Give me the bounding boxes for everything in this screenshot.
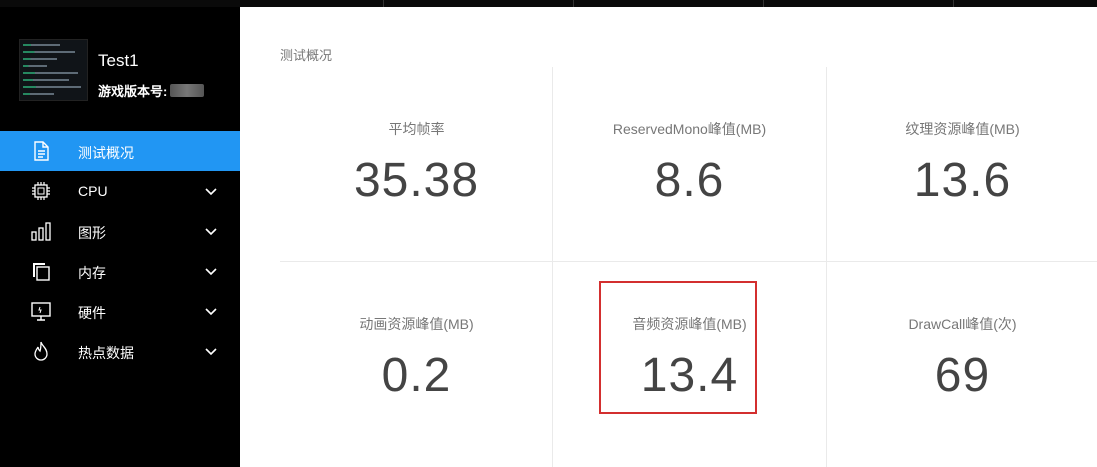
metric-card-animation-peak: 动画资源峰值(MB) 0.2 (280, 262, 553, 456)
tab-divider (573, 0, 574, 7)
game-version-label: 游戏版本号: (98, 84, 168, 99)
tab-divider (953, 0, 954, 7)
chevron-down-icon (205, 348, 217, 356)
metric-label: ReservedMono峰值(MB) (612, 121, 767, 137)
project-thumbnail (19, 39, 88, 101)
section-title: 测试概况 (280, 48, 333, 63)
metric-card-reserved-mono: ReservedMono峰值(MB) 8.6 (553, 67, 826, 261)
chevron-down-icon (205, 188, 217, 196)
metric-card-texture-peak: 纹理资源峰值(MB) 13.6 (826, 67, 1097, 261)
chevron-down-icon (205, 228, 217, 236)
document-icon (34, 141, 49, 161)
sidebar-item-hardware[interactable]: 硬件 (0, 291, 240, 331)
metric-value: 35.38 (353, 154, 480, 207)
monitor-icon (31, 302, 51, 321)
metric-label: 动画资源峰值(MB) (359, 316, 474, 332)
sidebar: Test1 游戏版本号: 测试概况 CPU 图形 内存 硬件 热点数据 (0, 7, 240, 467)
tab-divider (763, 0, 764, 7)
sidebar-item-graphics[interactable]: 图形 (0, 211, 240, 251)
sidebar-item-cpu[interactable]: CPU (0, 171, 240, 211)
metric-value: 13.6 (913, 154, 1012, 207)
redacted-version-value (170, 84, 205, 97)
sidebar-item-label: 图形 (78, 225, 106, 241)
metric-card-drawcall-peak: DrawCall峰值(次) 69 (826, 262, 1097, 456)
sidebar-item-label: 热点数据 (78, 345, 134, 361)
tab-divider (383, 0, 384, 7)
sidebar-item-overview[interactable]: 测试概况 (0, 131, 240, 171)
profile-header: Test1 游戏版本号: (0, 7, 240, 131)
chevron-down-icon (205, 268, 217, 276)
game-version: 游戏版本号: (98, 81, 205, 100)
sidebar-item-label: 内存 (78, 265, 106, 281)
metric-label: 平均帧率 (388, 121, 445, 137)
sidebar-item-label: CPU (78, 183, 108, 199)
metric-card-avg-fps: 平均帧率 35.38 (280, 67, 553, 261)
metric-value: 0.2 (381, 349, 452, 402)
metric-value: 8.6 (654, 154, 725, 207)
memory-copy-icon (33, 263, 50, 281)
chevron-down-icon (205, 308, 217, 316)
sidebar-menu: 测试概况 CPU 图形 内存 硬件 热点数据 (0, 131, 240, 371)
sidebar-item-label: 测试概况 (78, 145, 134, 161)
sidebar-item-hotspot-data[interactable]: 热点数据 (0, 331, 240, 371)
project-name: Test1 (98, 51, 139, 70)
sidebar-item-label: 硬件 (78, 305, 106, 321)
metric-label: DrawCall峰值(次) (908, 316, 1017, 332)
bar-chart-icon (31, 222, 51, 241)
metric-value: 69 (934, 349, 991, 402)
flame-icon (34, 341, 48, 361)
main-content: 测试概况 平均帧率 35.38 ReservedMono峰值(MB) 8.6 纹… (240, 7, 1097, 467)
metric-label: 纹理资源峰值(MB) (905, 121, 1020, 137)
sidebar-item-memory[interactable]: 内存 (0, 251, 240, 291)
top-tab-strip (0, 0, 1097, 7)
highlight-box (599, 281, 757, 414)
cpu-chip-icon (32, 182, 50, 200)
